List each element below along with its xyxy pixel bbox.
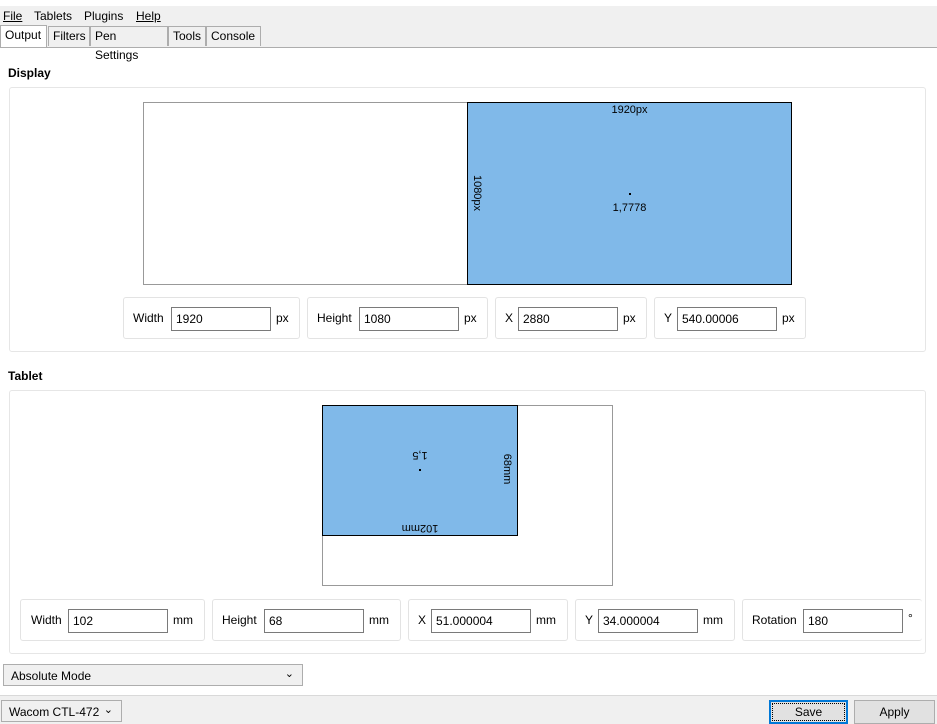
tablet-dropdown[interactable]: Wacom CTL-472 ⌄	[1, 700, 122, 722]
output-mode-dropdown[interactable]: Absolute Mode ⌄	[3, 664, 303, 686]
menu-help-label: Help	[136, 9, 161, 23]
tablet-height-group: Height 68 mm	[212, 599, 401, 641]
menu-plugins[interactable]: Plugins	[84, 9, 123, 23]
menu-bar: File Tablets Plugins Help	[0, 6, 937, 26]
tab-tools[interactable]: Tools	[168, 26, 206, 46]
chevron-down-icon: ⌄	[284, 668, 294, 680]
display-width-unit: px	[276, 311, 289, 325]
tablet-section-title: Tablet	[8, 369, 43, 383]
tablet-x-label: X	[418, 613, 427, 627]
display-y-unit: px	[782, 311, 795, 325]
display-mapped-area[interactable]: 1920px 1080px 1,7778	[467, 102, 792, 285]
tablet-dropdown-value: Wacom CTL-472	[9, 705, 100, 719]
tablet-height-label: Height	[222, 613, 257, 627]
display-width-label: Width	[133, 311, 164, 325]
tablet-x-group: X 51.000004 mm	[408, 599, 568, 641]
display-y-input[interactable]: 540.00006	[677, 307, 777, 331]
output-mode-value: Absolute Mode	[11, 669, 92, 683]
tablet-rotation-unit: °	[908, 611, 913, 625]
tablet-width-group: Width 102 mm	[20, 599, 205, 641]
tablet-rotation-group: Rotation 180 °	[742, 599, 922, 641]
display-height-label: Height	[317, 311, 352, 325]
tab-pen-settings[interactable]: Pen Settings	[90, 26, 168, 62]
tablet-aspect-ratio: 1,5	[412, 449, 428, 461]
display-height-unit: px	[464, 311, 477, 325]
display-x-unit: px	[623, 311, 636, 325]
tablet-y-group: Y 34.000004 mm	[575, 599, 735, 641]
display-area-width-label: 1920px	[611, 104, 648, 116]
tablet-width-label: Width	[31, 613, 62, 627]
tab-filters[interactable]: Filters	[48, 26, 90, 46]
display-width-input[interactable]: 1920	[171, 307, 271, 331]
menu-file[interactable]: File	[3, 9, 22, 23]
menu-help[interactable]: Help	[136, 9, 161, 23]
tablet-rotation-label: Rotation	[752, 613, 797, 627]
tab-output[interactable]: Output	[0, 25, 47, 47]
tablet-height-unit: mm	[369, 613, 389, 627]
display-height-input[interactable]: 1080	[359, 307, 459, 331]
display-y-label: Y	[664, 311, 673, 325]
display-x-label: X	[505, 311, 514, 325]
display-aspect-ratio: 1,7778	[612, 202, 647, 214]
display-x-group: X 2880 px	[495, 297, 647, 339]
tablet-y-label: Y	[585, 613, 594, 627]
tablet-height-input[interactable]: 68	[264, 609, 364, 633]
display-height-group: Height 1080 px	[307, 297, 488, 339]
menu-tablets[interactable]: Tablets	[34, 9, 72, 23]
display-section-title: Display	[8, 66, 51, 80]
status-bar: Wacom CTL-472 ⌄ Save Apply	[0, 695, 937, 724]
save-button[interactable]: Save	[769, 700, 848, 724]
tablet-area-center-dot	[419, 469, 421, 471]
tablet-mapped-area[interactable]: 102mm 68mm 1,5	[322, 405, 518, 536]
tablet-y-input[interactable]: 34.000004	[598, 609, 698, 633]
display-area-center-dot	[629, 193, 631, 195]
tablet-width-unit: mm	[173, 613, 193, 627]
tablet-x-unit: mm	[536, 613, 556, 627]
tablet-area-width-label: 102mm	[401, 522, 439, 534]
chevron-down-icon: ⌄	[103, 704, 113, 716]
tablet-width-input[interactable]: 102	[68, 609, 168, 633]
tablet-rotation-input[interactable]: 180	[803, 609, 903, 633]
display-x-input[interactable]: 2880	[518, 307, 618, 331]
tablet-x-input[interactable]: 51.000004	[431, 609, 531, 633]
tablet-y-unit: mm	[703, 613, 723, 627]
tab-console[interactable]: Console	[206, 26, 261, 46]
display-width-group: Width 1920 px	[123, 297, 300, 339]
apply-button[interactable]: Apply	[854, 700, 935, 724]
display-y-group: Y 540.00006 px	[654, 297, 806, 339]
menu-file-label: File	[3, 9, 23, 23]
tab-strip: Output Filters Pen Settings Tools Consol…	[0, 25, 937, 62]
